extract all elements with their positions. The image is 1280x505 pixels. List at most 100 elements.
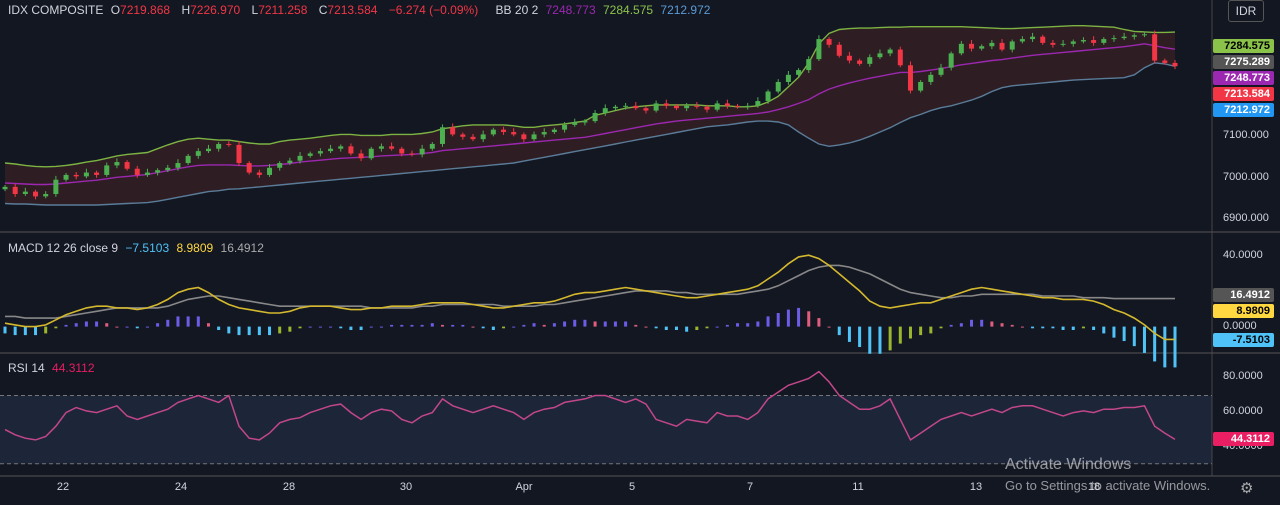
candle-body [836,44,842,56]
candle-body [816,39,822,60]
macd-histogram-bar [1122,326,1126,342]
rsi-tick: 80.0000 [1223,370,1263,382]
candle-body [806,59,812,71]
x-tick: 7 [746,481,754,493]
macd-histogram-bar [929,326,933,334]
macd-badge: -7.5103 [1213,333,1274,347]
x-tick: 30 [399,481,413,493]
macd-histogram-bar [522,324,526,327]
candle-body [429,143,435,149]
macd-histogram-bar [766,316,770,327]
candle-body [1152,34,1158,61]
macd-histogram-bar [552,323,556,327]
macd-histogram-bar [593,321,597,327]
macd-histogram-bar [1102,326,1106,334]
macd-histogram-bar [908,326,912,339]
macd-histogram-bar [1081,326,1085,329]
candle-body [999,42,1005,50]
macd-histogram-bar [1031,326,1035,329]
candle-body [704,106,710,110]
macd-histogram-bar [583,319,587,327]
candle-body [368,148,374,159]
price-tick: 6900.000 [1223,212,1269,224]
bollinger-band-fill [5,25,1175,206]
x-tick: 5 [628,481,636,493]
candle-body [348,146,354,154]
candle-body [1019,39,1025,42]
rsi-legend: RSI 14 44.3112 [8,360,99,376]
candle-body [378,146,384,149]
candle-body [643,108,649,111]
macd-histogram-bar [1041,326,1045,329]
candle-body [1050,42,1056,45]
currency-button[interactable]: IDR [1228,0,1264,22]
rsi-label: RSI 14 [8,361,45,375]
macd-histogram-bar [980,319,984,327]
price-legend: IDX COMPOSITE O7219.868 H7226.970 L7211.… [8,2,714,18]
gear-icon[interactable]: ⚙ [1240,479,1253,497]
macd-histogram-bar [3,326,7,334]
open-value: 7219.868 [120,3,171,17]
macd-histogram-bar [247,326,251,336]
candle-body [297,155,303,161]
candle-body [592,112,598,122]
candle-body [958,43,964,54]
bb-upper-value: 7284.575 [603,3,654,17]
bb-upper-badge: 7284.575 [1213,39,1274,53]
symbol-name: IDX COMPOSITE [8,3,104,17]
candle-body [1121,36,1127,39]
macd-histogram-bar [156,323,160,327]
macd-histogram-bar [532,323,536,327]
candle-body [450,127,456,135]
candle-body [134,168,140,175]
macd-line [4,254,1175,341]
macd-histogram-bar [1092,326,1096,330]
macd-histogram-bar [1132,326,1136,347]
candle-body [785,74,791,82]
macd-tick: 40.0000 [1223,249,1263,261]
candle-body [846,55,852,61]
macd-histogram-bar [959,323,963,327]
candle-body [775,81,781,92]
macd-histogram-bar [715,326,719,328]
candle-body [501,129,507,133]
candle-body [745,105,751,107]
macd-histogram-bar [257,326,261,336]
rsi-tick: 60.0000 [1223,405,1263,417]
candle-body [612,106,618,109]
x-tick: 22 [56,481,70,493]
macd-histogram-bar [888,326,892,351]
macd-histogram-bar [705,326,709,329]
close-badge: 7213.584 [1213,87,1274,101]
macd-histogram-bar [898,326,902,344]
macd-histogram-bar [461,324,465,327]
macd-signal-badge: 8.9809 [1213,304,1274,318]
candle-body [63,174,69,180]
bb-lower-value: 7212.972 [660,3,711,17]
candle-body [226,143,232,145]
candle-body [73,174,79,177]
candle-body [877,53,883,58]
candle-body [490,129,496,135]
macd-histogram-bar [95,321,99,327]
macd-histogram-bar [939,326,943,329]
macd-histogram-bar [776,313,780,327]
candle-body [714,103,720,110]
macd-histogram-bar [196,316,200,327]
macd-histogram-bar [603,321,607,327]
candle-body [470,136,476,140]
candle-body [399,148,405,154]
candle-body [43,194,49,197]
macd-histogram-bar [268,326,272,336]
macd-histogram-bar [573,319,577,327]
price-tick: 7100.000 [1223,129,1269,141]
candle-body [317,151,323,154]
macd-histogram-bar [512,326,516,328]
candle-body [938,67,944,75]
macd-histogram-bar [746,323,750,327]
rsi-value: 44.3112 [52,361,95,375]
macd-histogram-bar [837,326,841,336]
macd-histogram-bar [624,321,628,327]
macd-histogram-bar [400,324,404,327]
candle-body [33,191,39,197]
